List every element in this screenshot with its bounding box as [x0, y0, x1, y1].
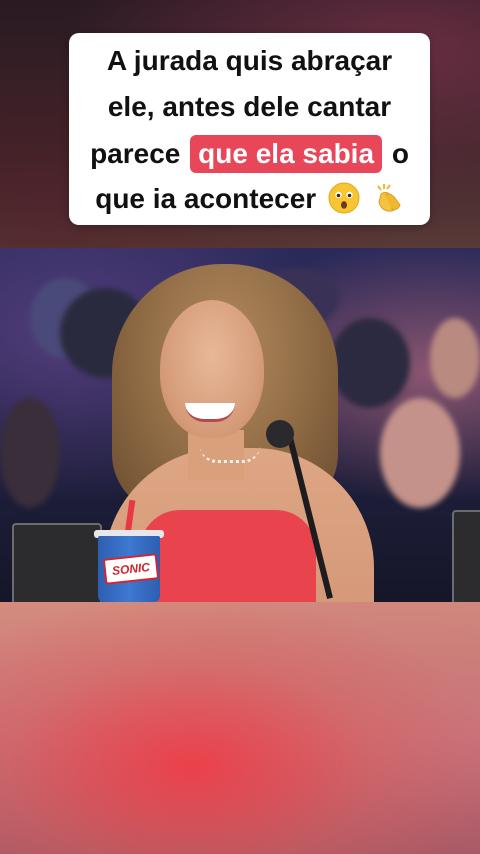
- caption-text-acontecer: que ia acontecer: [95, 183, 317, 214]
- caption-card: A jurada quis abraçar ele, antes dele ca…: [69, 33, 430, 225]
- audience-member: [430, 318, 480, 398]
- video-frame[interactable]: SONIC: [0, 248, 480, 602]
- clapping-hands-icon: [376, 184, 401, 212]
- caption-highlight: que ela sabia: [190, 135, 383, 173]
- audience-member: [0, 398, 60, 508]
- judge-necklace: [200, 446, 260, 463]
- audience-member: [380, 398, 460, 508]
- judge-chair: [12, 523, 102, 602]
- judge-dress: [140, 510, 316, 602]
- judge-chair: [452, 510, 480, 602]
- bottom-blurred-backdrop: [0, 602, 480, 854]
- reel-screen: A jurada quis abraçar ele, antes dele ca…: [0, 0, 480, 854]
- caption-text-parece: parece: [90, 138, 181, 169]
- caption-line-1: A jurada quis abraçar: [106, 45, 393, 76]
- caption-line-3: parece que ela sabia o: [69, 135, 430, 173]
- caption-line-4: que ia acontecer: [69, 181, 430, 217]
- caption-line-2: ele, antes dele cantar: [107, 91, 392, 122]
- astonished-face-icon: [328, 182, 360, 214]
- caption-text-o: o: [391, 138, 409, 169]
- audience-member: [330, 318, 410, 408]
- microphone-icon: [266, 420, 294, 448]
